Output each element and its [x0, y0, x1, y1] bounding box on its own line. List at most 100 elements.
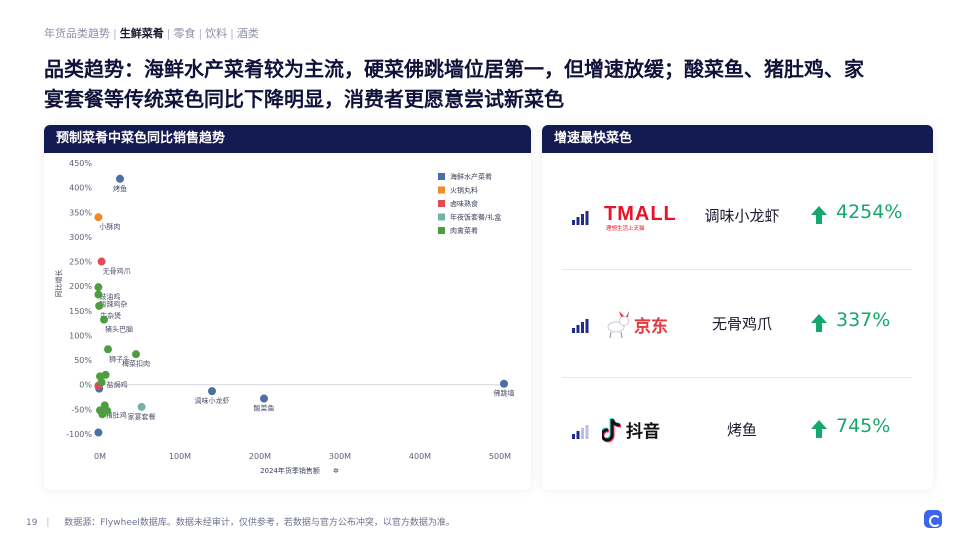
y-tick-label: -50% [71, 405, 92, 414]
x-tick-label: 300M [329, 452, 351, 461]
data-point [97, 378, 106, 387]
data-point [94, 290, 103, 299]
pin-icon: ✲ [333, 467, 339, 475]
signal-bar [572, 434, 575, 439]
y-tick-label: 100% [69, 331, 92, 340]
arrow-up-icon [811, 420, 827, 438]
signal-bar [572, 328, 575, 333]
scatter-chart: 450% 400% 350% 300% 250% 200% 150% 100% 50% 0% -50… [54, 159, 515, 475]
data-label: 酸辣鸡杂 [99, 300, 127, 309]
sales-trend-panel-title: 预制菜肴中菜色同比销售趋势 [44, 125, 531, 153]
douyin-logo-text: 抖音 [626, 421, 660, 442]
legend-label: 火锅丸料 [450, 186, 478, 195]
flywheel-logo-icon [924, 510, 942, 528]
data-source-note: 数据源：Flywheel数据库。数据未经审计，仅供参考，若数据与官方公布冲突，以… [64, 518, 455, 528]
breadcrumb-item[interactable]: 饮料 [205, 27, 227, 40]
data-label: 烤鱼 [113, 184, 127, 193]
growth-value: 4254% [836, 201, 903, 223]
divider [562, 269, 912, 270]
signal-bar [581, 322, 584, 333]
data-point [137, 402, 146, 411]
y-tick-label: 250% [69, 258, 92, 267]
divider [562, 377, 912, 378]
breadcrumb-separator: | [230, 27, 234, 40]
breadcrumb-separator: | [198, 27, 203, 40]
y-tick-label: 450% [69, 159, 92, 168]
legend-label: 年夜饭套餐/礼盒 [450, 213, 501, 222]
legend-swatch [438, 173, 445, 180]
data-label: 盐焗鸡 [107, 380, 128, 389]
breadcrumb-item[interactable]: 酒类 [237, 27, 259, 40]
legend-swatch [438, 200, 445, 207]
breadcrumb: 年货品类趋势 | 生鲜菜肴 | 零食 | 饮料 | 酒类 [44, 25, 259, 41]
x-tick-label: 200M [249, 452, 271, 461]
x-tick-label: 0M [94, 452, 106, 461]
breadcrumb-item[interactable]: 生鲜菜肴 [120, 27, 164, 40]
dish-name: 烤鱼 [726, 421, 757, 439]
page-number: 19 [26, 518, 38, 528]
fastest-growth-panel: 增速最快菜色 TMALL 理想生活上天猫 调味小龙虾 4254% 京东 无骨鸡爪 [542, 125, 933, 490]
data-label: 家宴套餐 [128, 412, 156, 421]
tmall-logo-subtext: 理想生活上天猫 [606, 224, 645, 232]
data-point [103, 406, 112, 415]
douyin-note-icon [602, 417, 622, 443]
signal-bar [576, 217, 580, 225]
data-label: 猪头巴脑 [105, 325, 133, 334]
dish-name: 无骨鸡爪 [711, 315, 772, 333]
dish-name: 调味小龙虾 [704, 207, 780, 225]
fastest-growth-panel-title: 增速最快菜色 [542, 125, 933, 153]
data-label: 梅菜扣肉 [122, 359, 150, 368]
page-title-line-1: 品类趋势：海鲜水产菜肴较为主流，硬菜佛跳墙位居第一，但增速放缓；酸菜鱼、猪肚鸡、… [44, 57, 864, 81]
signal-bar [585, 319, 589, 333]
breadcrumb-separator: | [113, 27, 117, 40]
data-point [104, 345, 112, 354]
y-tick-label: 200% [69, 282, 92, 291]
signal-bars-icon [572, 211, 589, 225]
douyin-logo: 抖音 [602, 417, 660, 443]
data-point [100, 315, 108, 324]
legend-label: 海鲜水产菜肴 [450, 172, 492, 181]
breadcrumb-item[interactable]: 零食 [173, 27, 195, 40]
rank-row-jd: 京东 无骨鸡爪 337% [542, 275, 933, 375]
data-point [116, 174, 124, 183]
legend-label: 卤味熟食 [450, 199, 478, 208]
data-point [132, 350, 140, 359]
data-point [97, 257, 106, 266]
data-point [500, 379, 508, 388]
page-title-line-2: 宴套餐等传统菜色同比下降明显，消费者更愿意尝试新菜色 [44, 87, 564, 111]
rank-row-tmall: TMALL 理想生活上天猫 调味小龙虾 4254% [542, 167, 933, 267]
y-tick-label: 50% [74, 356, 92, 365]
signal-bar [581, 428, 584, 439]
jd-dog-icon [607, 311, 629, 339]
signal-bars-icon [572, 425, 589, 439]
x-tick-label: 100M [169, 452, 191, 461]
x-tick-label: 400M [409, 452, 431, 461]
y-axis-label: 同比增长 [54, 270, 63, 298]
jd-logo: 京东 [607, 311, 668, 339]
arrow-up-icon [811, 314, 827, 332]
x-axis-label: 2024年货季销售额 [260, 466, 320, 475]
arrow-up-icon [811, 206, 827, 224]
jd-logo-text: 京东 [634, 316, 668, 337]
data-point [94, 428, 103, 437]
tmall-logo: TMALL 理想生活上天猫 [604, 203, 676, 232]
growth-value: 745% [836, 415, 891, 437]
y-tick-label: 150% [69, 307, 92, 316]
signal-bar [581, 214, 584, 225]
breadcrumb-item[interactable]: 年货品类趋势 [44, 27, 110, 40]
legend-swatch [438, 227, 445, 234]
signal-bars-icon [572, 319, 589, 333]
breadcrumb-separator: | [166, 27, 171, 40]
growth-value: 337% [836, 309, 891, 331]
data-label: 酸菜鱼 [254, 404, 275, 413]
data-label: 小酥肉 [99, 222, 120, 231]
legend-label: 肉禽菜肴 [450, 226, 478, 235]
y-tick-label: 400% [69, 184, 92, 193]
footer: 19 | 数据源：Flywheel数据库。数据未经审计，仅供参考，若数据与官方公… [26, 515, 455, 528]
y-tick-label: 300% [69, 233, 92, 242]
signal-bar [585, 425, 589, 439]
data-label: 佛跳墙 [494, 389, 515, 398]
rank-row-douyin: 抖音 烤鱼 745% [542, 381, 933, 481]
signal-bar [585, 211, 589, 225]
legend-swatch [438, 213, 445, 221]
